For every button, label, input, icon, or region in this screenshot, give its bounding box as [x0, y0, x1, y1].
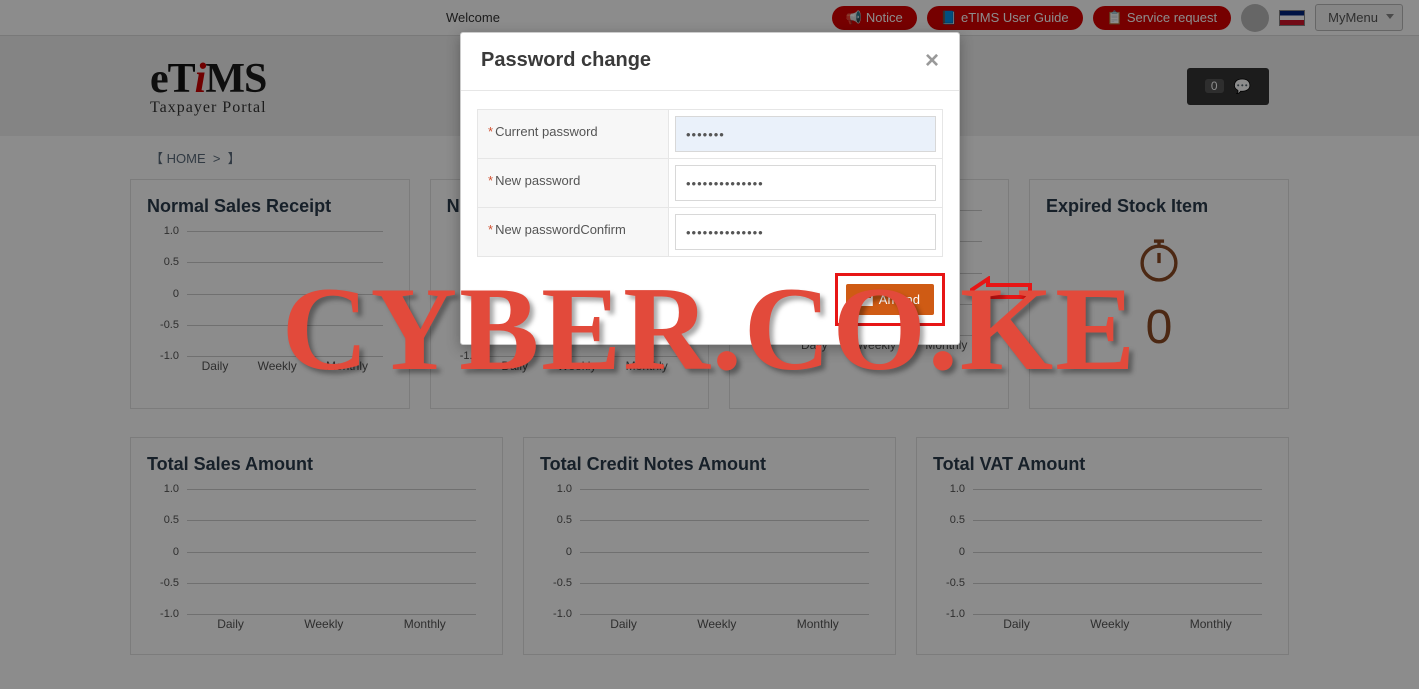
modal-body: *Current password *New password *New pas…	[461, 91, 959, 263]
save-icon	[860, 293, 873, 306]
field-new-password: *New password	[477, 158, 943, 207]
confirm-password-input[interactable]	[675, 214, 936, 250]
modal-title: Password change	[481, 49, 651, 72]
field-confirm-password: *New passwordConfirm	[477, 207, 943, 257]
close-icon[interactable]: ×	[925, 54, 939, 68]
new-password-label: New password	[495, 173, 580, 188]
amend-button[interactable]: Amend	[846, 284, 934, 315]
amend-highlight-box: Amend	[835, 273, 945, 326]
modal-footer: Amend	[461, 263, 959, 344]
field-current-password: *Current password	[477, 109, 943, 158]
password-change-modal: Password change × *Current password *New…	[460, 32, 960, 345]
amend-label: Amend	[879, 292, 920, 307]
confirm-password-label: New passwordConfirm	[495, 222, 626, 237]
current-password-input[interactable]	[675, 116, 936, 152]
current-password-label: Current password	[495, 124, 598, 139]
modal-header: Password change ×	[461, 33, 959, 91]
annotation-arrow-icon	[970, 276, 1040, 311]
new-password-input[interactable]	[675, 165, 936, 201]
page-root: Welcome 📢 Notice 📘 eTIMS User Guide 📋 Se…	[0, 0, 1419, 689]
